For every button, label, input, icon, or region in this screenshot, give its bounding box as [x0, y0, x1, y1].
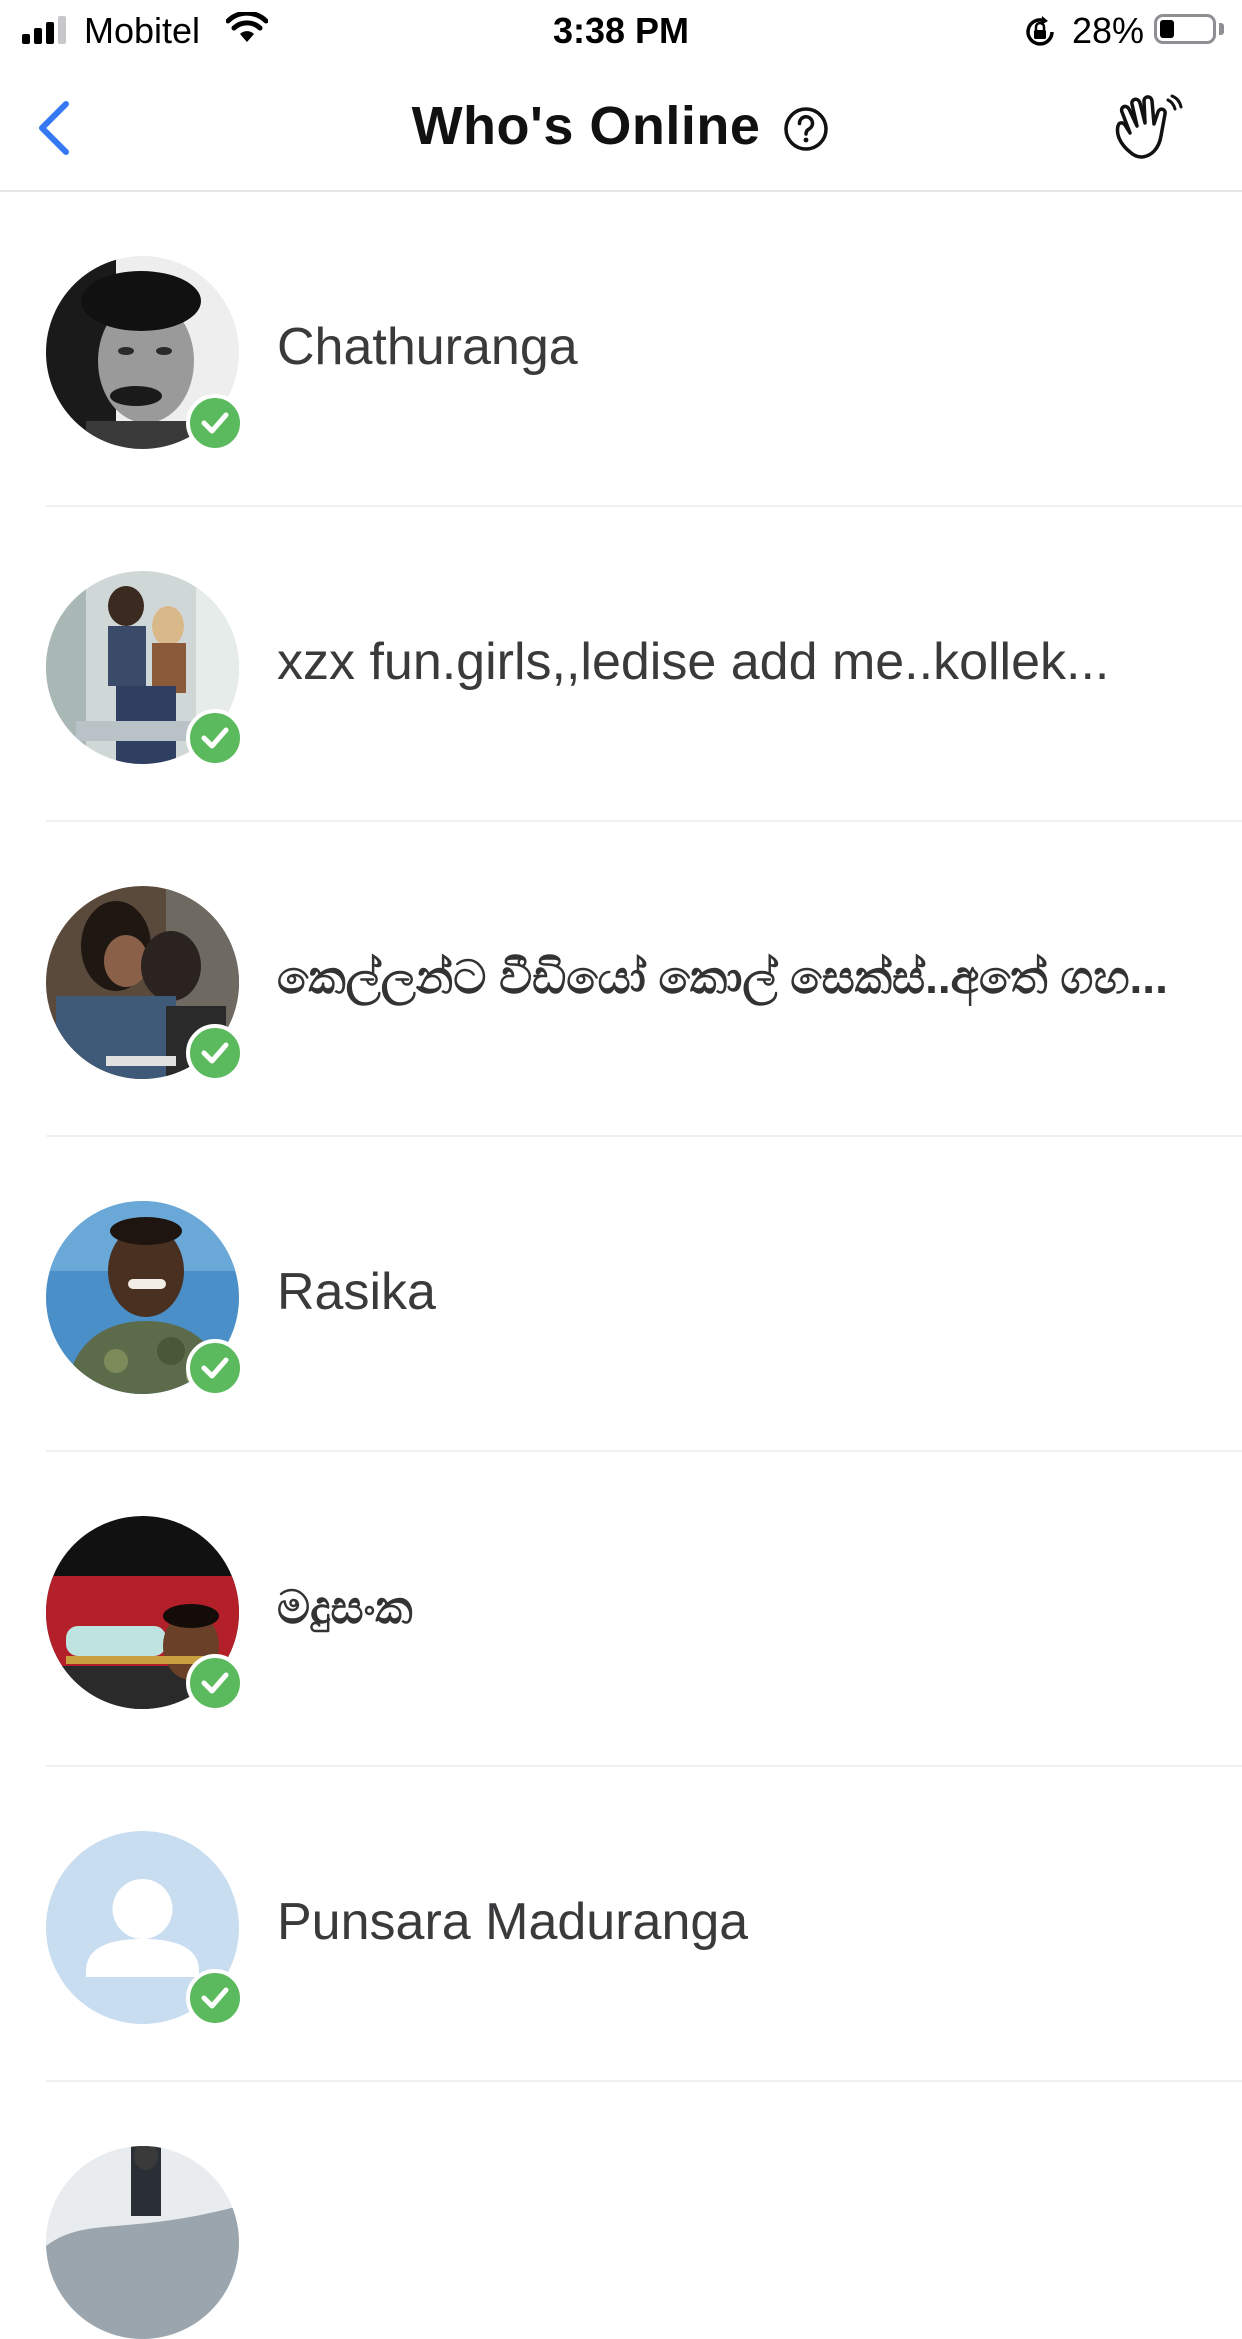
user-row[interactable]: මදුසංක: [0, 1452, 1242, 1767]
checkmark-icon: [201, 1672, 229, 1694]
avatar: [46, 2146, 239, 2339]
user-row[interactable]: Chathuranga: [0, 192, 1242, 507]
battery-percent: 28%: [1072, 10, 1145, 51]
back-button[interactable]: [26, 88, 96, 166]
user-name: xzx fun.girls,,ledise add me..kollek...: [277, 633, 1110, 691]
checkmark-icon: [201, 1042, 229, 1064]
title-container: Who's Online: [0, 62, 1242, 190]
online-status-badge: [186, 1339, 244, 1397]
user-name: මදුසංක: [277, 1581, 413, 1633]
page-title: Who's Online: [411, 96, 761, 156]
user-row[interactable]: xzx fun.girls,,ledise add me..kollek...: [0, 507, 1242, 822]
user-name: Chathuranga: [277, 318, 578, 376]
user-name: Punsara Maduranga: [277, 1893, 749, 1951]
checkmark-icon: [201, 1357, 229, 1379]
navigation-bar: Who's Online: [0, 62, 1242, 192]
battery-level-fill: [1160, 20, 1174, 38]
online-status-badge: [186, 709, 244, 767]
battery-icon: [1154, 14, 1216, 44]
checkmark-icon: [201, 727, 229, 749]
question-circle-icon[interactable]: [782, 105, 830, 153]
checkmark-icon: [201, 412, 229, 434]
wave-button[interactable]: [1108, 92, 1184, 168]
online-status-badge: [186, 1024, 244, 1082]
online-status-badge: [186, 1654, 244, 1712]
online-status-badge: [186, 1969, 244, 2027]
waving-hand-icon: [1115, 94, 1183, 159]
user-row[interactable]: [0, 2082, 1242, 2339]
chevron-left-icon: [39, 101, 69, 155]
battery-cap: [1219, 23, 1224, 35]
status-bar: Mobitel 3:38 PM 28%: [0, 0, 1242, 62]
online-status-badge: [186, 394, 244, 452]
user-row[interactable]: Punsara Maduranga: [0, 1767, 1242, 2082]
user-name: කෙල්ලන්ට වීඩියෝ කොල් සෙක්ස්..අතේ ගහ...: [277, 951, 1168, 1003]
user-row[interactable]: Rasika: [0, 1137, 1242, 1452]
online-users-list: Chathuranga xzx fun.girls,,ledise add me…: [0, 192, 1242, 2339]
user-name: Rasika: [277, 1263, 436, 1321]
user-row[interactable]: කෙල්ලන්ට වීඩියෝ කොල් සෙක්ස්..අතේ ගහ...: [0, 822, 1242, 1137]
orientation-lock-icon: [1026, 16, 1054, 46]
checkmark-icon: [201, 1987, 229, 2009]
